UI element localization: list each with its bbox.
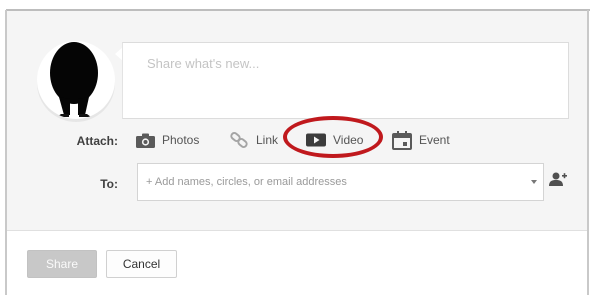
avatar: [37, 41, 115, 119]
cancel-button[interactable]: Cancel: [106, 250, 177, 278]
recipients-placeholder: + Add names, circles, or email addresses: [146, 176, 347, 188]
attach-label: Attach:: [76, 134, 118, 148]
silhouette-icon: [50, 42, 98, 117]
attach-photos-button[interactable]: Photos: [136, 128, 199, 152]
recipients-input[interactable]: + Add names, circles, or email addresses: [137, 163, 544, 201]
attach-link-button[interactable]: Link: [230, 128, 278, 152]
composer-divider: [7, 230, 587, 231]
attach-event-button[interactable]: Event: [392, 128, 450, 152]
share-input[interactable]: Share what's new...: [122, 42, 569, 119]
add-person-button[interactable]: [549, 172, 567, 192]
video-highlight-circle: [283, 116, 383, 158]
attach-link-label: Link: [256, 133, 279, 147]
calendar-icon: [392, 130, 412, 150]
chevron-down-icon[interactable]: [531, 180, 537, 184]
card-border-right: [587, 10, 589, 295]
to-label: To:: [100, 177, 118, 191]
add-person-icon: [549, 172, 567, 186]
link-icon: [230, 131, 248, 148]
share-placeholder: Share what's new...: [147, 56, 260, 71]
share-card: Share what's new... Attach: Photos Link …: [0, 0, 593, 295]
share-button[interactable]: Share: [27, 250, 97, 278]
attach-photos-label: Photos: [162, 133, 200, 147]
attach-event-label: Event: [419, 133, 450, 147]
camera-icon: [136, 133, 155, 148]
